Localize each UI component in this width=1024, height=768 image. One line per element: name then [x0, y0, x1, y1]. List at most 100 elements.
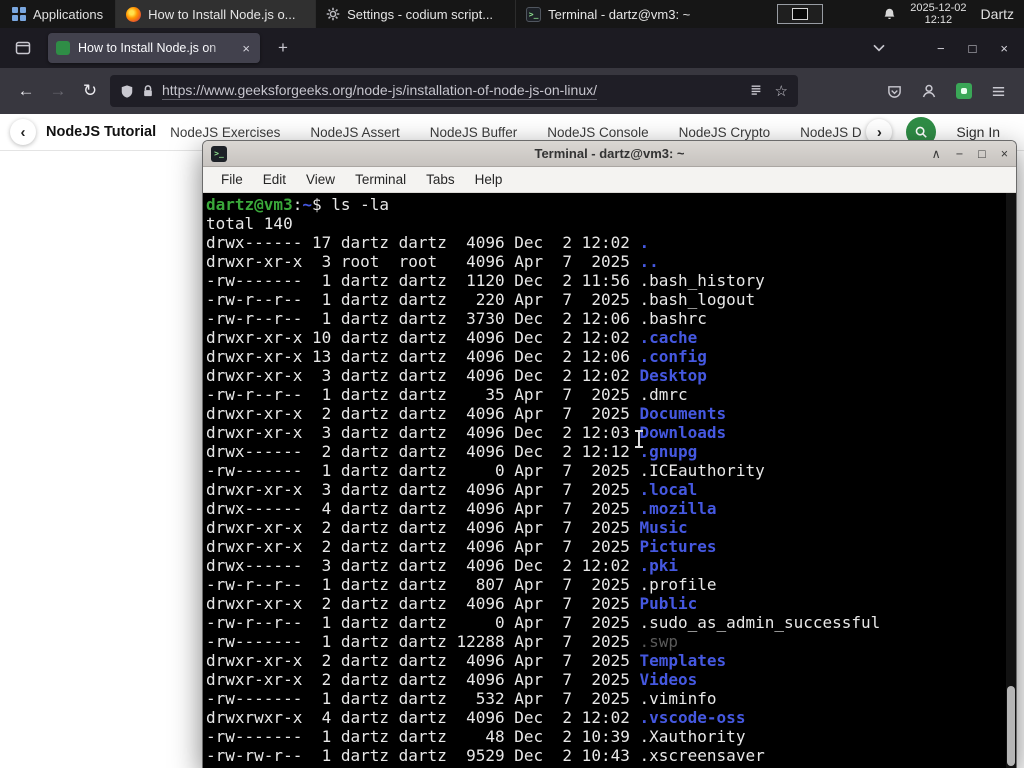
applications-grid-icon — [12, 7, 26, 21]
file-name: .swp — [639, 632, 679, 651]
terminal-line: drwxr-xr-x 13 dartz dartz 4096 Dec 2 12:… — [206, 347, 1016, 366]
terminal-title: Terminal - dartz@vm3: ~ — [534, 146, 685, 161]
terminal-line: drwxr-xr-x 2 dartz dartz 4096 Apr 7 2025… — [206, 537, 1016, 556]
sign-in-button[interactable]: Sign In — [950, 124, 1014, 140]
file-meta: -rw-r--r-- 1 dartz dartz 220 Apr 7 2025 — [206, 290, 640, 309]
nav-link[interactable]: NodeJS Exercises — [170, 125, 280, 140]
clock-time: 12:12 — [924, 14, 953, 26]
directory-name: Pictures — [639, 537, 717, 556]
terminal-icon: >_ — [526, 6, 542, 22]
file-meta: drwx------ 4 dartz dartz 4096 Apr 7 2025 — [206, 499, 640, 518]
file-meta: drwxr-xr-x 2 dartz dartz 4096 Apr 7 2025 — [206, 651, 640, 670]
bookmark-star-icon[interactable]: ☆ — [775, 82, 788, 100]
file-meta: -rw-r--r-- 1 dartz dartz 3730 Dec 2 12:0… — [206, 309, 640, 328]
menu-terminal[interactable]: Terminal — [345, 169, 416, 190]
tab-bar: How to Install Node.js on × + − □ × — [0, 28, 1024, 68]
workspace-switcher[interactable] — [777, 4, 824, 24]
nav-scroll-left-button[interactable]: ‹ — [10, 119, 36, 145]
tab-list-chevron-icon[interactable] — [867, 36, 891, 60]
terminal-line: drwx------ 4 dartz dartz 4096 Apr 7 2025… — [206, 499, 1016, 518]
directory-name: .vscode-oss — [639, 708, 746, 727]
directory-name: . — [639, 233, 650, 252]
new-tab-button[interactable]: + — [270, 35, 296, 61]
reader-mode-icon[interactable] — [749, 84, 763, 98]
terminal-line: drwx------ 17 dartz dartz 4096 Dec 2 12:… — [206, 233, 1016, 252]
menu-icon[interactable] — [991, 84, 1006, 99]
file-meta: -rw-r--r-- 1 dartz dartz 807 Apr 7 2025 — [206, 575, 640, 594]
nav-link[interactable]: NodeJS Assert — [310, 125, 399, 140]
forward-button[interactable]: → — [42, 76, 74, 106]
file-meta: drwxr-xr-x 2 dartz dartz 4096 Apr 7 2025 — [206, 537, 640, 556]
file-meta: drwxr-xr-x 3 root root 4096 Apr 7 2025 — [206, 252, 640, 271]
terminal-scrollbar[interactable] — [1006, 193, 1016, 768]
terminal-content[interactable]: dartz@vm3:~$ ls -la total 140 drwx------ 1… — [203, 193, 1016, 768]
panel-clock[interactable]: 2025-12-02 12:12 — [910, 2, 966, 27]
directory-name: .config — [639, 347, 707, 366]
terminal-line: -rw------- 1 dartz dartz 12288 Apr 7 202… — [206, 632, 1016, 651]
refresh-button[interactable]: ↻ — [74, 76, 106, 106]
url-bar[interactable]: https://www.geeksforgeeks.org/node-js/in… — [110, 75, 798, 107]
directory-name: Videos — [639, 670, 698, 689]
firefox-view-button[interactable] — [10, 35, 36, 61]
terminal-minimize-button[interactable]: − — [956, 147, 963, 161]
terminal-titlebar[interactable]: >_ Terminal - dartz@vm3: ~ ∧ − □ × — [203, 141, 1016, 167]
file-name: .viminfo — [639, 689, 717, 708]
terminal-line: drwxrwxr-x 4 dartz dartz 4096 Dec 2 12:0… — [206, 708, 1016, 727]
shield-icon[interactable] — [120, 84, 134, 99]
terminal-close-button[interactable]: × — [1001, 147, 1008, 161]
file-meta: drwxrwxr-x 4 dartz dartz 4096 Dec 2 12:0… — [206, 708, 640, 727]
back-button[interactable]: ← — [10, 76, 42, 106]
terminal-line: -rw-r--r-- 1 dartz dartz 807 Apr 7 2025 … — [206, 575, 1016, 594]
directory-name: Desktop — [639, 366, 707, 385]
menu-file[interactable]: File — [211, 169, 253, 190]
terminal-shade-button[interactable]: ∧ — [932, 146, 941, 161]
menu-view[interactable]: View — [296, 169, 345, 190]
browser-minimize-button[interactable]: − — [937, 41, 945, 56]
gear-icon — [326, 7, 340, 21]
terminal-line: drwxr-xr-x 2 dartz dartz 4096 Apr 7 2025… — [206, 594, 1016, 613]
extension-icon[interactable] — [956, 83, 972, 99]
taskbar-window-label: Terminal - dartz@vm3: ~ — [548, 6, 691, 22]
browser-maximize-button[interactable]: □ — [969, 41, 977, 56]
taskbar-window-settings[interactable]: Settings - codium script... — [315, 0, 515, 28]
taskbar-window-terminal[interactable]: >_ Terminal - dartz@vm3: ~ — [515, 0, 715, 28]
nav-link[interactable]: NodeJS Buffer — [430, 125, 518, 140]
nav-link-active[interactable]: NodeJS Tutorial — [46, 124, 156, 140]
nav-link[interactable]: NodeJS DNS — [800, 125, 862, 140]
prompt-symbol: $ — [311, 195, 332, 214]
terminal-line: -rw------- 1 dartz dartz 48 Dec 2 10:39 … — [206, 727, 1016, 746]
terminal-line: -rw------- 1 dartz dartz 1120 Dec 2 11:5… — [206, 271, 1016, 290]
terminal-maximize-button[interactable]: □ — [978, 147, 986, 161]
menu-help[interactable]: Help — [465, 169, 513, 190]
clock-date: 2025-12-02 — [910, 1, 967, 14]
terminal-line: -rw------- 1 dartz dartz 0 Apr 7 2025 .I… — [206, 461, 1016, 480]
menu-edit[interactable]: Edit — [253, 169, 296, 190]
url-text[interactable]: https://www.geeksforgeeks.org/node-js/in… — [162, 82, 597, 100]
account-icon[interactable] — [921, 83, 937, 99]
tab-close-icon[interactable]: × — [240, 41, 252, 56]
prompt-path: ~ — [302, 195, 312, 214]
terminal-line: drwxr-xr-x 2 dartz dartz 4096 Apr 7 2025… — [206, 404, 1016, 423]
nav-link[interactable]: NodeJS Console — [547, 125, 648, 140]
file-meta: -rw-r--r-- 1 dartz dartz 0 Apr 7 2025 — [206, 613, 640, 632]
file-meta: -rw-rw-r-- 1 dartz dartz 9529 Dec 2 10:4… — [206, 746, 640, 765]
file-meta: drwxr-xr-x 3 dartz dartz 4096 Dec 2 12:0… — [206, 366, 640, 385]
menu-tabs[interactable]: Tabs — [416, 169, 465, 190]
applications-menu-button[interactable]: Applications — [0, 0, 115, 28]
terminal-total-line: total 140 — [206, 214, 293, 233]
terminal-line: drwxr-xr-x 2 dartz dartz 4096 Apr 7 2025… — [206, 518, 1016, 537]
bell-icon[interactable] — [883, 7, 896, 21]
taskbar-window-firefox[interactable]: How to Install Node.js o... — [115, 0, 316, 28]
browser-tab-active[interactable]: How to Install Node.js on × — [48, 33, 260, 63]
terminal-line: -rw------- 1 dartz dartz 532 Apr 7 2025 … — [206, 689, 1016, 708]
file-meta: drwxr-xr-x 10 dartz dartz 4096 Dec 2 12:… — [206, 328, 640, 347]
file-name: .bash_history — [639, 271, 765, 290]
nav-link[interactable]: NodeJS Crypto — [679, 125, 771, 140]
file-name: .bash_logout — [639, 290, 756, 309]
file-meta: drwxr-xr-x 2 dartz dartz 4096 Apr 7 2025 — [206, 404, 640, 423]
terminal-menubar: File Edit View Terminal Tabs Help — [203, 167, 1016, 193]
lock-icon[interactable] — [142, 84, 154, 98]
pocket-icon[interactable] — [887, 84, 902, 99]
scrollbar-thumb[interactable] — [1007, 686, 1015, 766]
browser-close-button[interactable]: × — [1000, 41, 1008, 56]
